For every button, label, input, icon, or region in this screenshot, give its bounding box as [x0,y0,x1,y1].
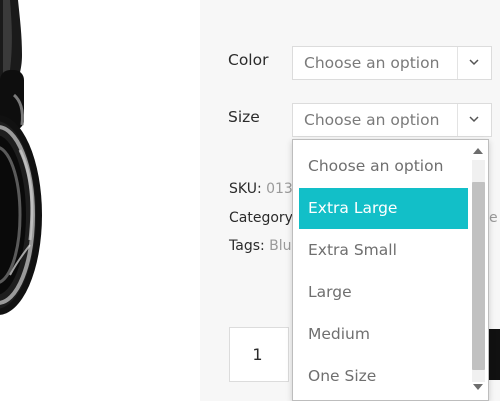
chevron-down-icon [469,59,479,66]
color-select-value: Choose an option [304,54,440,72]
size-option[interactable]: One Size [299,356,468,397]
tags-value[interactable]: Blu [269,238,291,254]
chevron-down-icon [469,116,479,123]
scroll-down-arrow-icon[interactable] [473,384,483,390]
size-option[interactable]: Choose an option [299,146,468,187]
product-image[interactable] [0,0,200,401]
size-select[interactable]: Choose an option [292,103,492,137]
sku-value: 013 [266,181,293,197]
scrollbar-track[interactable] [472,160,485,382]
tags-key: Tags: [229,238,265,254]
size-option[interactable]: Medium [299,314,468,355]
color-select[interactable]: Choose an option [292,46,492,80]
sku-line: SKU: 013 [229,181,293,197]
select-divider [457,47,458,79]
category-value[interactable]: e [489,210,498,226]
color-label: Color [228,51,269,69]
size-dropdown-list[interactable]: Choose an option Extra Large Extra Small… [292,139,489,401]
tags-line: Tags: Blu [229,238,292,254]
scrollbar-thumb[interactable] [472,182,485,370]
size-select-value: Choose an option [304,111,440,129]
size-option-highlighted[interactable]: Extra Large [299,188,468,229]
size-option[interactable]: Extra Small [299,230,468,271]
size-option[interactable]: Large [299,272,468,313]
quantity-input[interactable]: 1 [229,327,289,382]
category-key: Category [229,210,293,226]
size-label: Size [228,108,260,126]
quantity-value: 1 [252,345,263,364]
dropdown-scrollbar[interactable] [470,146,486,396]
sku-key: SKU: [229,181,262,197]
category-line: Category [229,210,293,226]
headphones-image [0,0,42,315]
select-divider [457,104,458,136]
scroll-up-arrow-icon[interactable] [473,148,483,154]
